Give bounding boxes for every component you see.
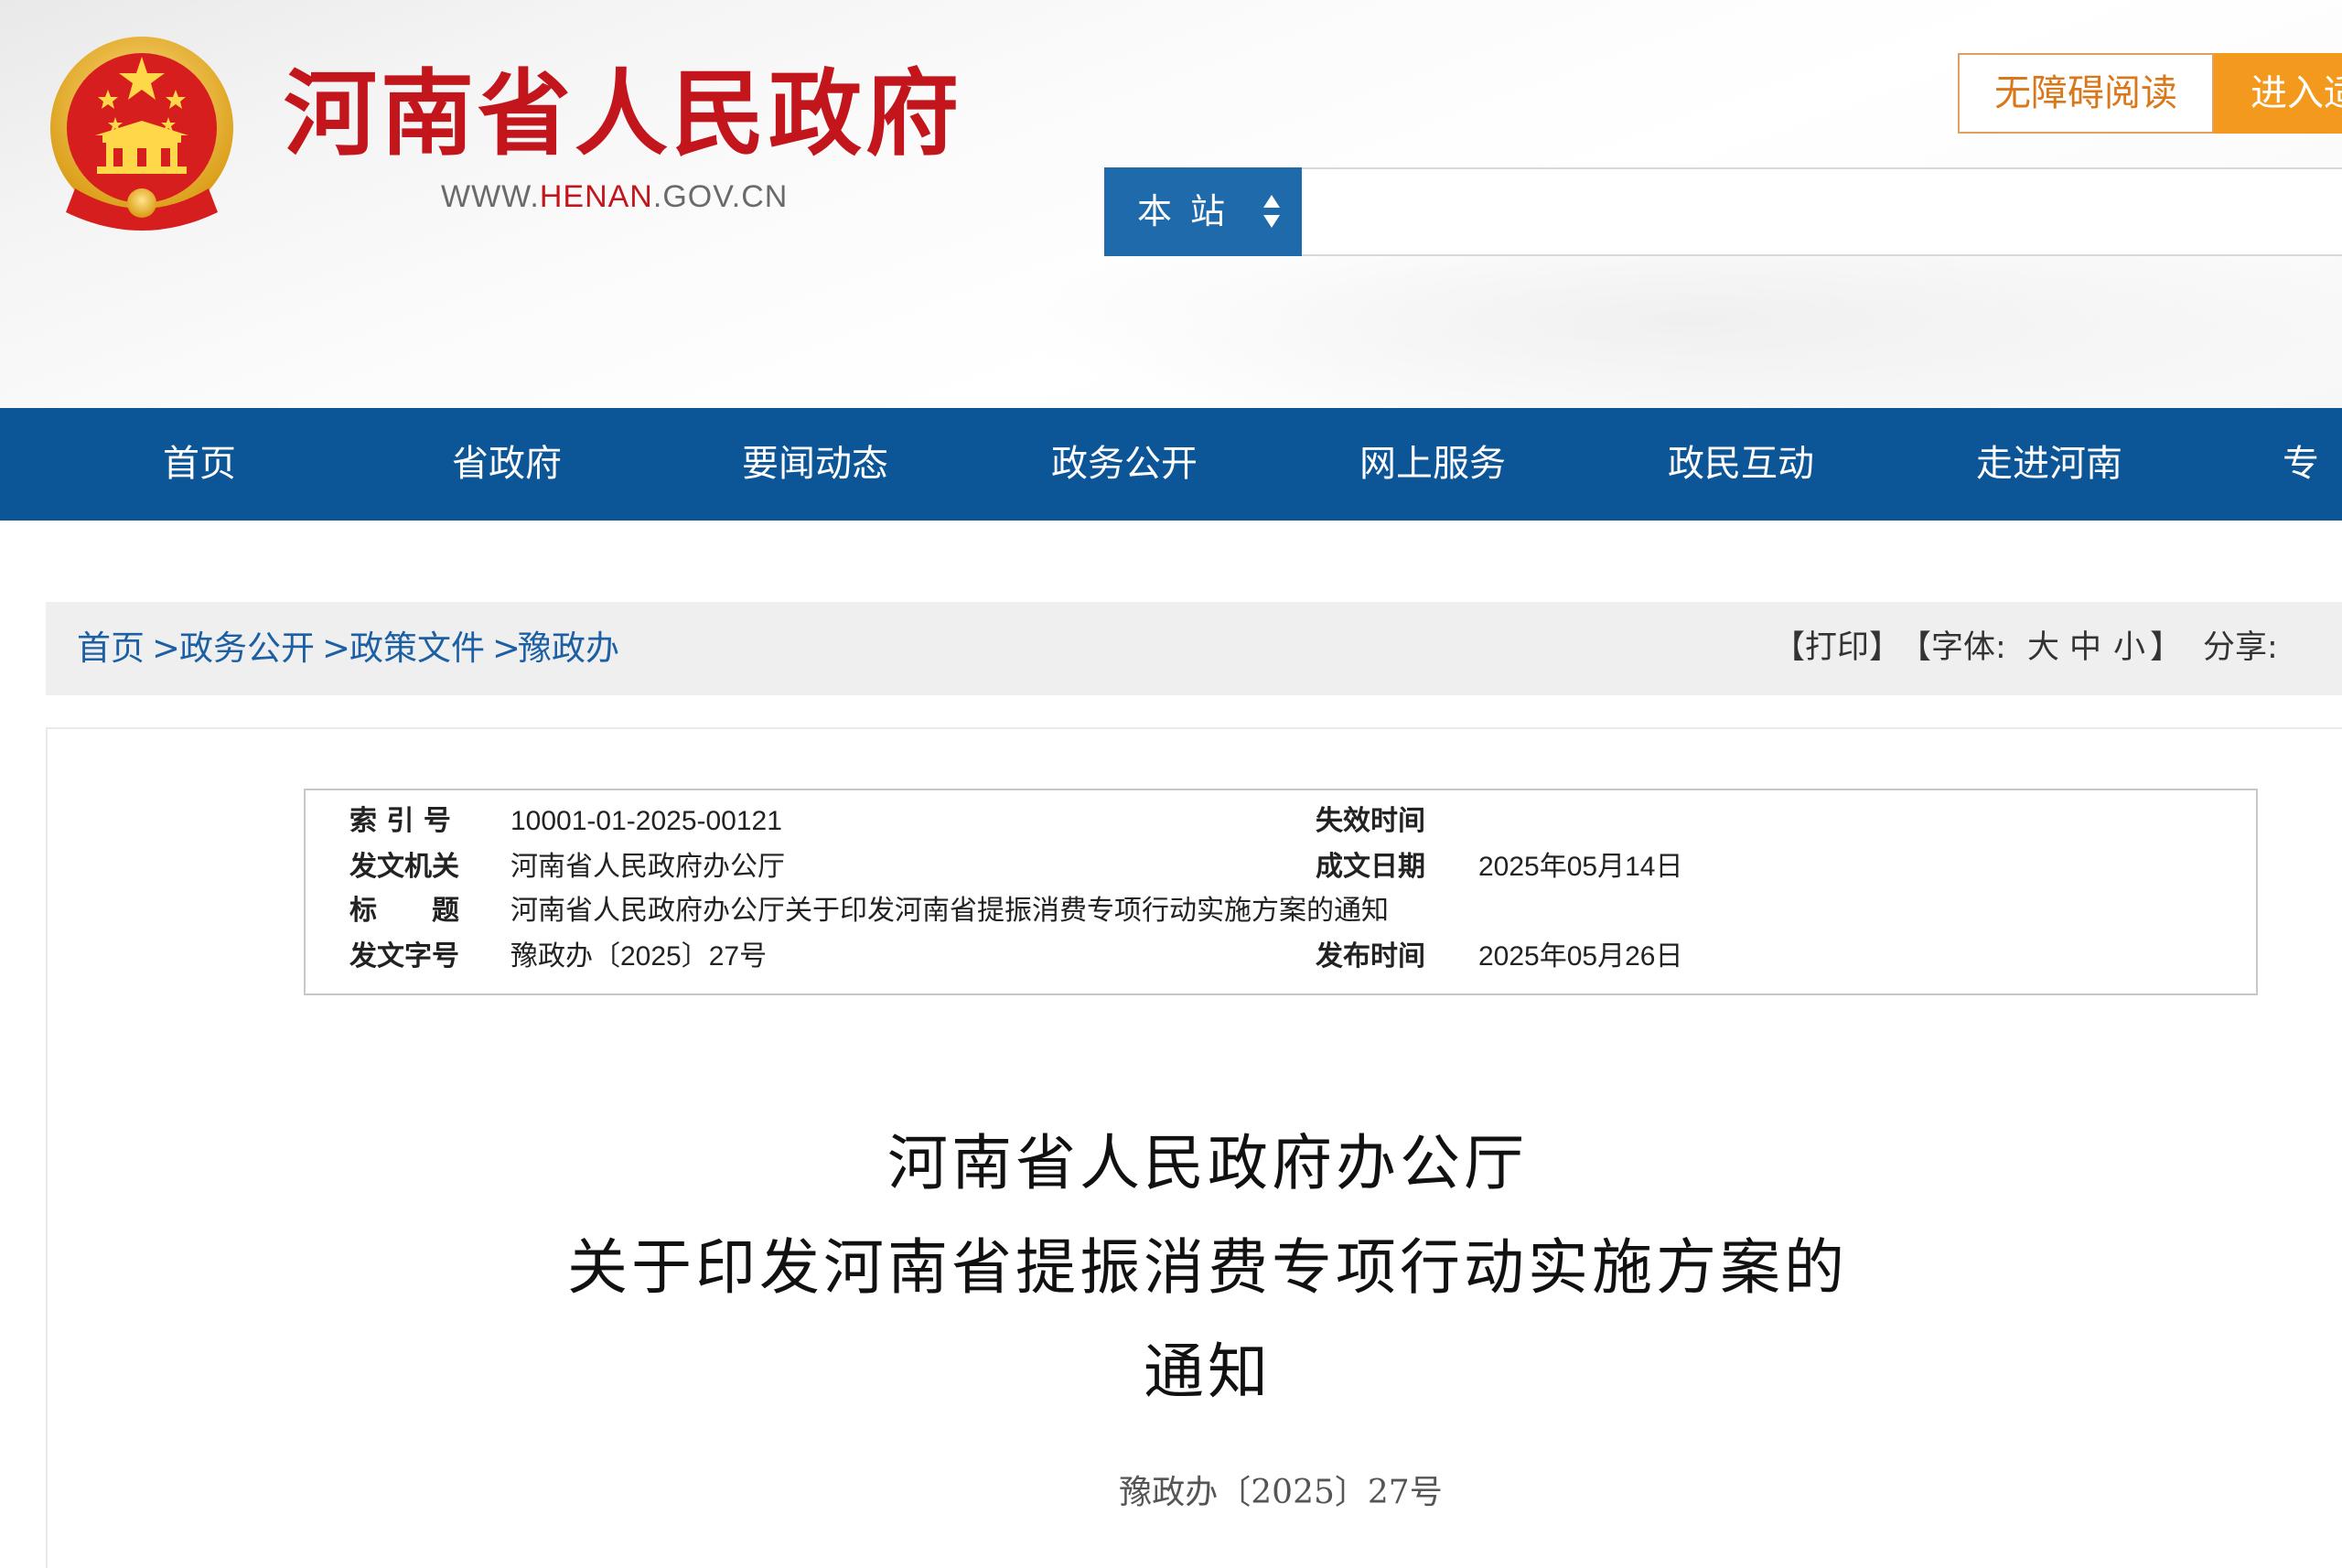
search-scope-select[interactable]: 本站 [1104, 167, 1302, 256]
meta-index-label: 索 引 号 [349, 805, 451, 837]
meta-publish-date-label: 发布时间 [1316, 940, 1425, 972]
font-small-button[interactable]: 小 [2113, 602, 2145, 695]
font-medium-button[interactable]: 中 [2069, 602, 2101, 695]
search-input[interactable] [1302, 167, 2342, 256]
domain-highlight: HENAN [539, 179, 653, 214]
site-domain: WWW.HENAN.GOV.CN [441, 179, 788, 215]
nav-item-interaction[interactable]: 政民互动 [1668, 408, 1814, 521]
meta-docno-value: 豫政办〔2025〕27号 [510, 941, 768, 972]
font-size-prefix: 【字体: [1899, 629, 2006, 666]
meta-written-date-label: 成文日期 [1316, 851, 1425, 883]
document-title-line-2: 关于印发河南省提振消费专项行动实施方案的 [567, 1232, 1848, 1303]
font-size-suffix: 】 [2150, 629, 2183, 666]
meta-publish-date-value: 2025年05月26日 [1478, 941, 1683, 972]
breadcrumb: 首页 > 政务公开 > 政策文件 > 豫政办 【打印】 【字体: 大 中 小 】… [46, 602, 2342, 695]
domain-suffix: .GOV.CN [652, 179, 789, 214]
document-number: 豫政办〔2025〕27号 [1119, 1474, 1443, 1511]
breadcrumb-separator: > [152, 628, 181, 668]
meta-issuer-value: 河南省人民政府办公厅 [510, 852, 785, 882]
breadcrumb-separator: > [492, 628, 521, 668]
nav-item-provincial-government[interactable]: 省政府 [452, 408, 562, 521]
meta-docno-label: 发文字号 [349, 940, 459, 972]
breadcrumb-item-government-affairs[interactable]: 政务公开 [179, 602, 315, 695]
national-emblem-icon[interactable] [48, 33, 236, 236]
meta-expiry-label: 失效时间 [1316, 805, 1425, 837]
print-button[interactable]: 【打印】 [1773, 602, 1901, 695]
nav-item-home[interactable]: 首页 [163, 408, 236, 521]
meta-title-label: 标 题 [349, 895, 459, 927]
document-title-line-3: 通知 [1144, 1337, 1272, 1407]
meta-written-date-value: 2025年05月14日 [1478, 852, 1683, 882]
site-header: 河南省人民政府 WWW.HENAN.GOV.CN 无障碍阅读 进入适 本站 [0, 0, 2342, 408]
meta-issuer-label: 发文机关 [349, 851, 459, 883]
meta-index-value: 10001-01-2025-00121 [510, 806, 782, 836]
nav-item-topics[interactable]: 专题 [2283, 408, 2342, 597]
main-nav: 首页 省政府 要闻动态 政务公开 网上服务 政民互动 走进河南 专题 [0, 408, 2342, 597]
breadcrumb-item-home[interactable]: 首页 [77, 602, 145, 695]
enter-button[interactable]: 进入适 [2214, 53, 2342, 134]
accessibility-reading-button[interactable]: 无障碍阅读 [1958, 53, 2214, 134]
meta-title-value: 河南省人民政府办公厅关于印发河南省提振消费专项行动实施方案的通知 [510, 896, 1389, 926]
breadcrumb-item-policy-documents[interactable]: 政策文件 [349, 602, 485, 695]
site-title[interactable]: 河南省人民政府 [284, 60, 962, 170]
document-title-line-1: 河南省人民政府办公厅 [887, 1128, 1528, 1198]
breadcrumb-separator: > [322, 628, 351, 668]
domain-prefix: WWW. [441, 179, 540, 214]
font-large-button[interactable]: 大 [2027, 602, 2059, 695]
nav-item-about-henan[interactable]: 走进河南 [1976, 408, 2122, 521]
document-meta-table: 索 引 号 10001-01-2025-00121 失效时间 发文机关 河南省人… [304, 789, 2258, 995]
nav-item-news[interactable]: 要闻动态 [742, 408, 888, 521]
search-scope-label: 本站 [1137, 191, 1244, 231]
breadcrumb-item-yuzhengban[interactable]: 豫政办 [518, 602, 619, 695]
nav-item-government-affairs[interactable]: 政务公开 [1051, 408, 1198, 521]
nav-item-online-services[interactable]: 网上服务 [1359, 408, 1506, 521]
share-label: 分享: [2203, 629, 2278, 666]
sort-arrows-icon [1263, 195, 1280, 228]
